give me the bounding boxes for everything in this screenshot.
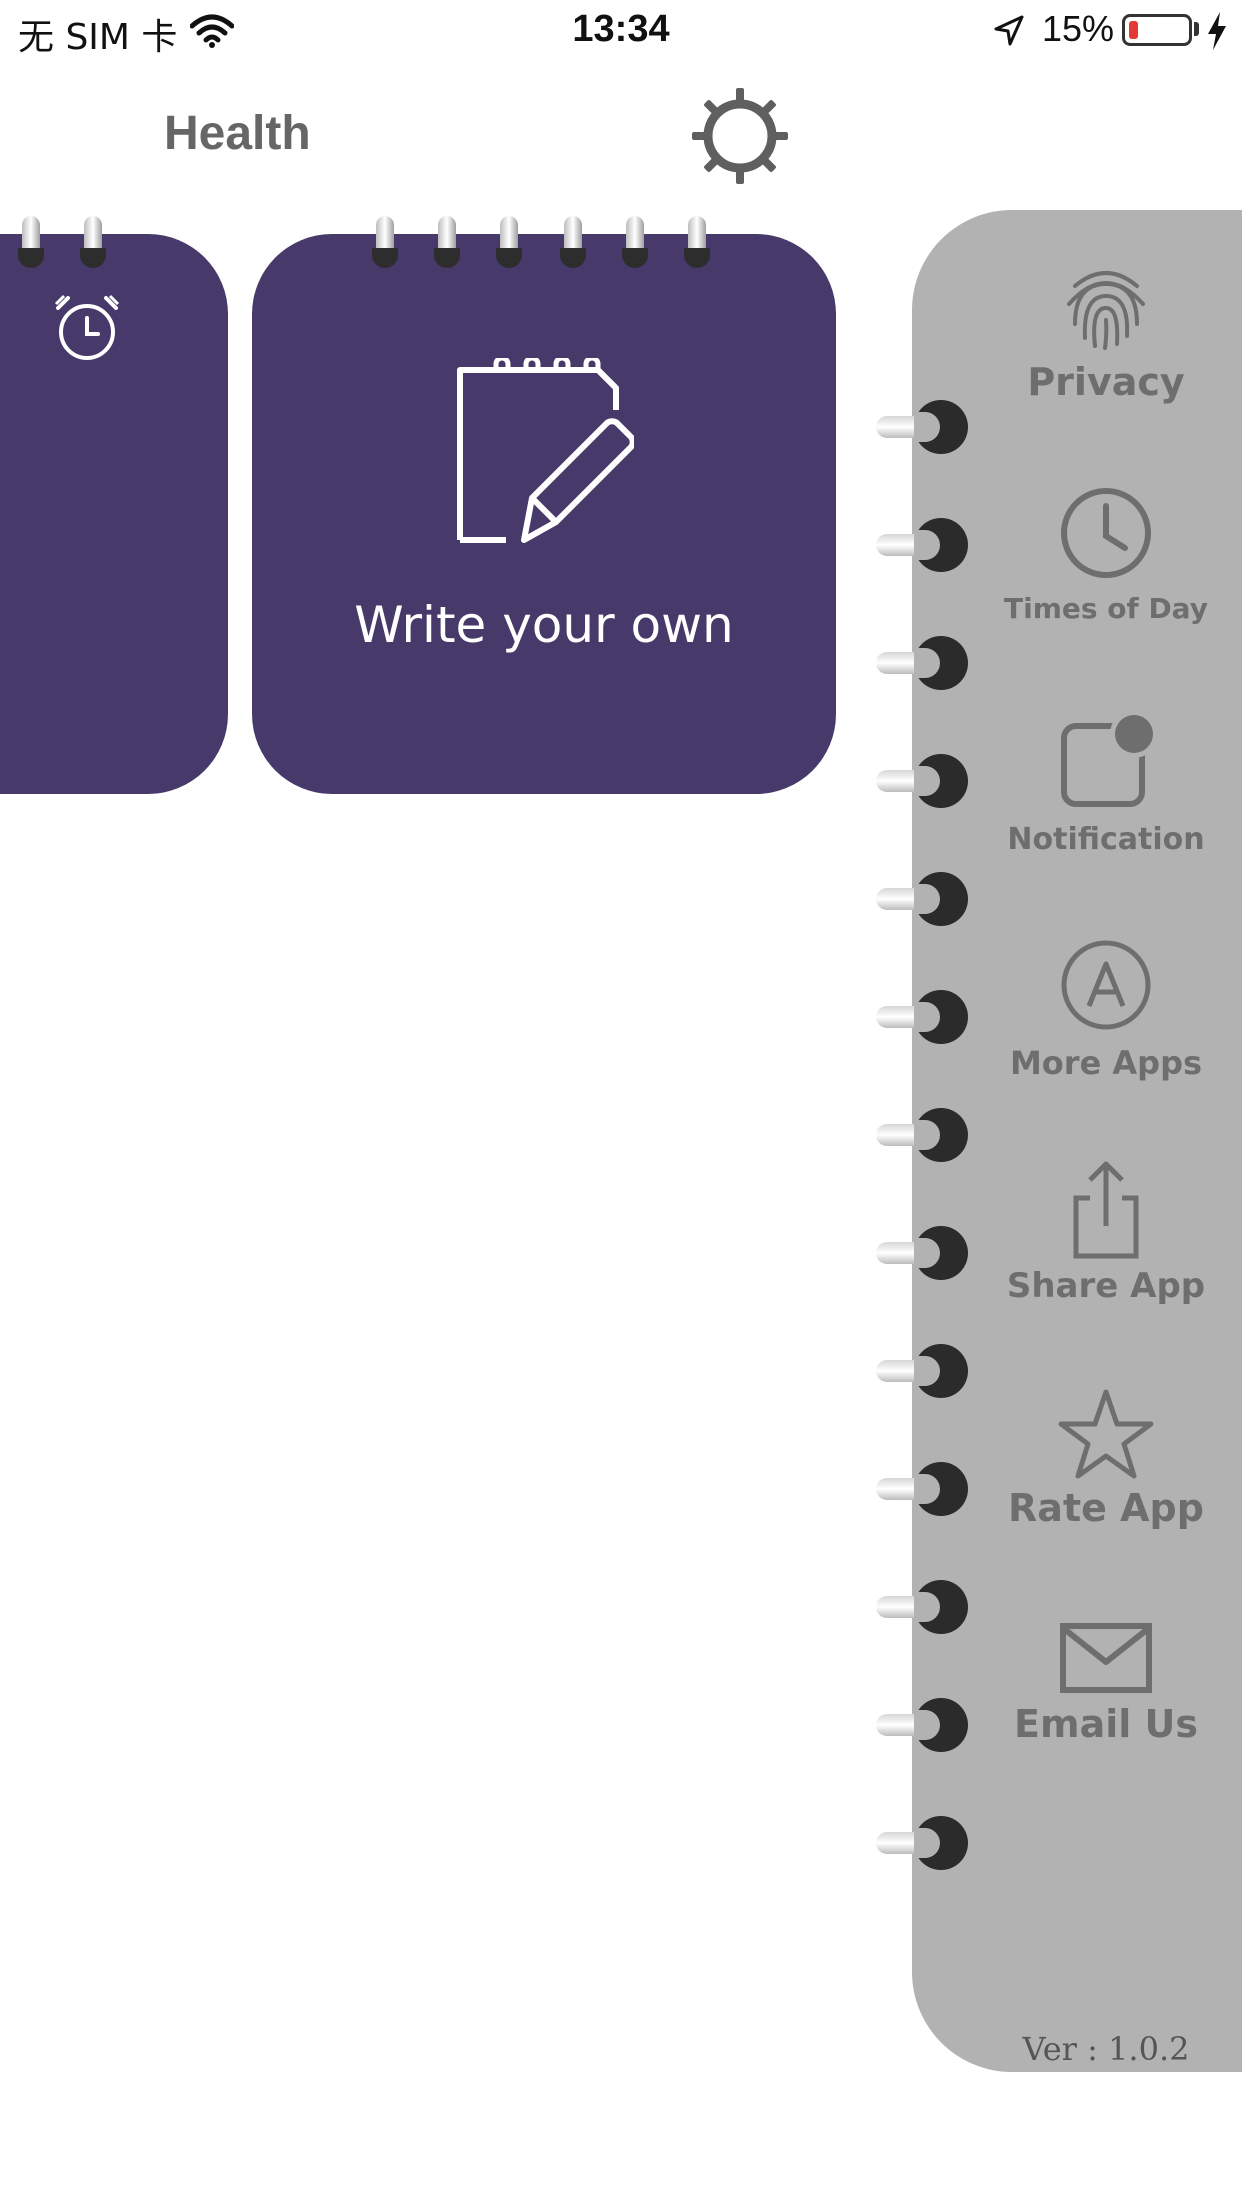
fingerprint-icon <box>1067 271 1145 350</box>
spiral-ring <box>622 216 648 268</box>
app-store-icon <box>1061 940 1151 1030</box>
status-bar: 无 SIM 卡 13:34 15% <box>0 0 1242 62</box>
spiral-ring <box>496 216 522 268</box>
notification-badge-icon <box>1061 712 1154 807</box>
spiral-coil <box>876 400 968 454</box>
star-icon <box>1058 1389 1154 1479</box>
spiral-coil <box>876 1226 968 1280</box>
spiral-coil <box>876 754 968 808</box>
charging-bolt-icon <box>1208 12 1226 50</box>
spiral-ring <box>434 216 460 268</box>
menu-email-us[interactable]: Email Us <box>990 1622 1222 1746</box>
menu-label: Share App <box>1006 1266 1206 1306</box>
menu-notification[interactable]: Notification <box>990 712 1222 857</box>
spiral-ring <box>560 216 586 268</box>
alarm-clock-icon <box>54 294 120 360</box>
spiral-coil <box>876 636 968 690</box>
notepad-pencil-icon <box>457 358 634 543</box>
battery-percent: 15% <box>1042 8 1115 49</box>
spiral-coil <box>876 1462 968 1516</box>
spiral-ring <box>18 216 44 268</box>
menu-label: Rate App <box>1008 1486 1204 1530</box>
version-label: Ver : 1.0.2 <box>1022 2030 1190 2068</box>
share-icon <box>1073 1161 1139 1259</box>
spiral-coil <box>876 1344 968 1398</box>
partial-card[interactable] <box>0 216 228 794</box>
menu-share-app[interactable]: Share App <box>990 1160 1222 1306</box>
location-arrow-icon <box>994 15 1024 46</box>
menu-rate-app[interactable]: Rate App <box>990 1388 1222 1530</box>
menu-label: Email Us <box>1014 1702 1198 1746</box>
page-title: Health <box>164 107 311 160</box>
card-label: Write your own <box>354 596 734 654</box>
spiral-ring <box>372 216 398 268</box>
menu-more-apps[interactable]: More Apps <box>990 938 1222 1082</box>
spiral-ring <box>80 216 106 268</box>
menu-label: Times of Day <box>1004 592 1208 625</box>
envelope-icon <box>1060 1623 1152 1693</box>
write-own-card[interactable]: Write your own <box>252 216 836 794</box>
spiral-coil <box>876 1108 968 1162</box>
battery-cap <box>1194 22 1199 36</box>
spiral-coil <box>876 1580 968 1634</box>
spiral-coil <box>876 518 968 572</box>
spiral-coil <box>876 872 968 926</box>
menu-times-of-day[interactable]: Times of Day <box>990 486 1222 625</box>
menu-privacy[interactable]: Privacy <box>990 262 1222 404</box>
spiral-coil <box>876 990 968 1044</box>
clock-icon <box>1061 488 1151 578</box>
menu-label: More Apps <box>1009 1044 1203 1082</box>
spiral-coil <box>876 1698 968 1752</box>
battery-icon <box>1122 14 1192 46</box>
menu-label: Privacy <box>1027 360 1185 404</box>
spiral-ring <box>684 216 710 268</box>
spiral-coil <box>876 1816 968 1870</box>
menu-label: Notification <box>1007 822 1205 857</box>
gear-icon[interactable] <box>690 86 790 186</box>
